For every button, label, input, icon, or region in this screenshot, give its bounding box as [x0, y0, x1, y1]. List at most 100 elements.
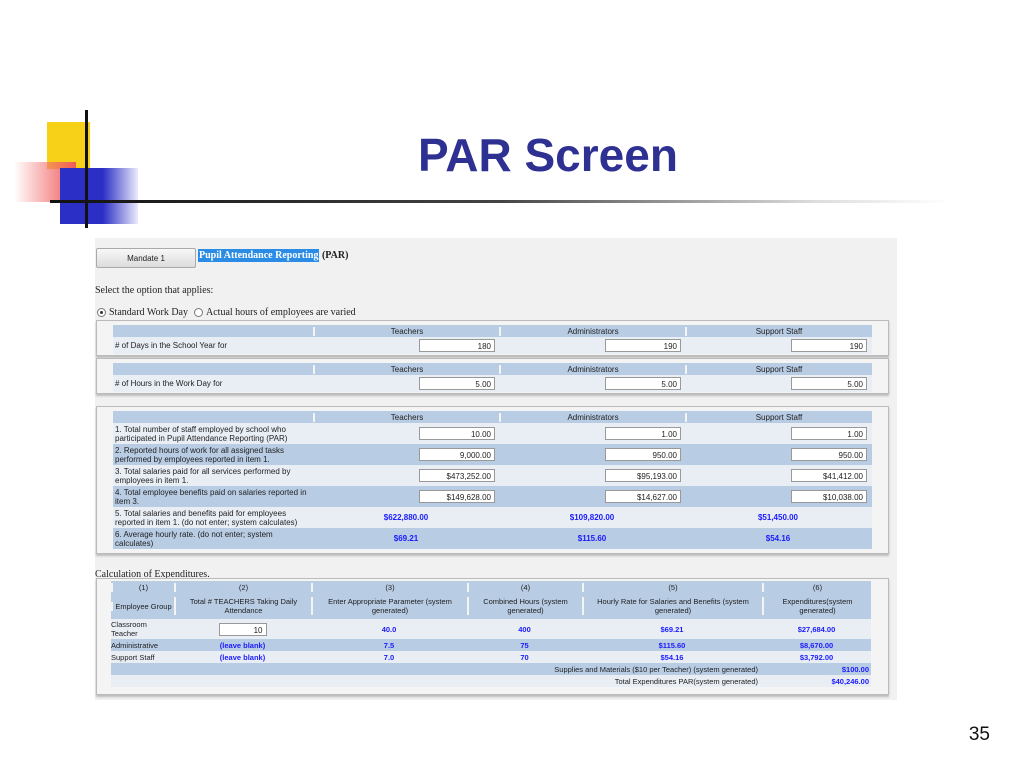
- logo-blue-square: [60, 168, 138, 224]
- page-number: 35: [968, 724, 990, 745]
- header-combined-hours: Combined Hours (system generated): [467, 597, 582, 615]
- days-support-input[interactable]: 190: [791, 339, 867, 352]
- total-value: $40,246.00: [831, 676, 869, 686]
- slide-title: PAR Screen: [418, 129, 678, 181]
- group-label: Classroom Teacher: [111, 620, 147, 638]
- teachers-count-input[interactable]: 10: [218, 622, 267, 636]
- header-hourly-rate: Hourly Rate for Salaries and Benefits (s…: [582, 597, 762, 615]
- hours-label: # of Hours in the Work Day for: [115, 379, 223, 388]
- hours-teachers-input[interactable]: 5.00: [419, 377, 495, 390]
- hours-work-teachers-input[interactable]: 9,000.00: [419, 448, 495, 461]
- days-label: # of Days in the School Year for: [115, 341, 228, 350]
- group-label: Administrative: [111, 640, 159, 650]
- hours-work-support-input[interactable]: 950.00: [791, 448, 867, 461]
- group-label: Support Staff: [111, 652, 155, 662]
- table-row: Support Staff (leave blank) 7.0 70 $54.1…: [111, 651, 871, 663]
- row-label: 3. Total salaries paid for all services …: [115, 466, 291, 485]
- table-row: 5. Total salaries and benefits paid for …: [113, 507, 872, 528]
- col-number: (6): [762, 582, 871, 592]
- col-number: (5): [582, 582, 762, 592]
- table-row: Classroom Teacher 10 40.0 400 $69.21 $27…: [111, 619, 871, 639]
- col-number: (1): [111, 582, 174, 592]
- radio-standard-work-day[interactable]: [97, 308, 106, 317]
- salaries-teachers-input[interactable]: $473,252.00: [419, 469, 495, 482]
- header-employee-group: Employee Group: [111, 601, 174, 611]
- header-parameter: Enter Appropriate Parameter (system gene…: [311, 597, 467, 615]
- days-admin-input[interactable]: 190: [605, 339, 681, 352]
- table-row: 3. Total salaries paid for all services …: [113, 465, 872, 486]
- radio-actual-hours[interactable]: [194, 308, 203, 317]
- rate-teachers-value: $69.21: [393, 534, 419, 543]
- table-row: 1. Total number of staff employed by sch…: [113, 423, 872, 444]
- param-value: 7.5: [383, 640, 395, 650]
- supplies-value: $100.00: [841, 664, 869, 674]
- hours-value: 70: [520, 652, 529, 662]
- total-label: Total Expenditures PAR(system generated): [614, 676, 758, 686]
- supplies-label: Supplies and Materials ($10 per Teacher)…: [554, 664, 758, 674]
- page-title-suffix: (PAR): [321, 250, 349, 261]
- count-value: (leave blank): [219, 640, 266, 650]
- table-row: 2. Reported hours of work for all assign…: [113, 444, 872, 465]
- expenditure-value: $8,670.00: [799, 640, 834, 650]
- hours-value: 75: [520, 640, 529, 650]
- rate-value: $115.60: [658, 640, 686, 650]
- select-prompt: Select the option that applies:: [95, 285, 214, 296]
- col-numbers-row: (1) (2) (3) (4) (5) (6): [111, 581, 871, 593]
- col-number: (3): [311, 582, 467, 592]
- col-support-staff: Support Staff: [685, 326, 871, 336]
- hours-value: 400: [518, 624, 531, 634]
- rate-value: $69.21: [660, 624, 684, 634]
- benefits-teachers-input[interactable]: $149,628.00: [419, 490, 495, 503]
- salaries-admin-input[interactable]: $95,193.00: [605, 469, 681, 482]
- col-number: (4): [467, 582, 582, 592]
- param-value: 7.0: [383, 652, 395, 662]
- expenditure-value: $3,792.00: [799, 652, 834, 662]
- rate-value: $54.16: [660, 652, 684, 662]
- rate-support-value: $54.16: [765, 534, 791, 543]
- radio-label-actual: Actual hours of employees are varied: [206, 307, 356, 318]
- radio-label-standard: Standard Work Day: [109, 307, 188, 318]
- title-underline: [50, 200, 950, 203]
- total-row: Total Expenditures PAR(system generated)…: [111, 675, 871, 687]
- table-row: 6. Average hourly rate. (do not enter; s…: [113, 528, 872, 549]
- row-label: 5. Total salaries and benefits paid for …: [115, 508, 298, 527]
- row-label: 2. Reported hours of work for all assign…: [115, 445, 284, 464]
- days-header: Teachers Administrators Support Staff: [113, 325, 872, 337]
- col-number: (2): [174, 582, 311, 592]
- row-label: 1. Total number of staff employed by sch…: [115, 424, 288, 443]
- expenditure-value: $27,684.00: [797, 624, 836, 634]
- mandate-button[interactable]: Mandate 1: [96, 248, 196, 268]
- page-title: Pupil Attendance Reporting (PAR): [198, 249, 349, 262]
- benefits-support-input[interactable]: $10,038.00: [791, 490, 867, 503]
- hours-support-input[interactable]: 5.00: [791, 377, 867, 390]
- hours-admin-input[interactable]: 5.00: [605, 377, 681, 390]
- col-teachers: Teachers: [313, 412, 499, 422]
- staff-teachers-input[interactable]: 10.00: [419, 427, 495, 440]
- col-support-staff: Support Staff: [685, 364, 871, 374]
- work-day-options: Standard Work Day Actual hours of employ…: [97, 307, 356, 318]
- col-teachers: Teachers: [313, 326, 499, 336]
- staff-panel: Teachers Administrators Support Staff 1.…: [96, 406, 889, 554]
- logo-vertical-line: [85, 110, 88, 228]
- header-expenditures: Expenditures(system generated): [762, 597, 871, 615]
- col-administrators: Administrators: [499, 412, 685, 422]
- par-screenshot: Mandate 1 Pupil Attendance Reporting (PA…: [95, 238, 897, 700]
- exp-header-row: Employee Group Total # TEACHERS Taking D…: [111, 593, 871, 619]
- row-label: 6. Average hourly rate. (do not enter; s…: [115, 529, 273, 548]
- table-row: Administrative (leave blank) 7.5 75 $115…: [111, 639, 871, 651]
- col-administrators: Administrators: [499, 364, 685, 374]
- rate-admin-value: $115.60: [577, 534, 607, 543]
- staff-admin-input[interactable]: 1.00: [605, 427, 681, 440]
- expenditures-table: (1) (2) (3) (4) (5) (6) Employee Group T…: [111, 581, 871, 687]
- days-teachers-input[interactable]: 180: [419, 339, 495, 352]
- header-teachers-count: Total # TEACHERS Taking Daily Attendance: [174, 597, 311, 615]
- benefits-admin-input[interactable]: $14,627.00: [605, 490, 681, 503]
- hours-panel: Teachers Administrators Support Staff # …: [96, 358, 889, 394]
- total-support-value: $51,450.00: [757, 513, 799, 522]
- salaries-support-input[interactable]: $41,412.00: [791, 469, 867, 482]
- supplies-row: Supplies and Materials ($10 per Teacher)…: [111, 663, 871, 675]
- hours-work-admin-input[interactable]: 950.00: [605, 448, 681, 461]
- row-label: 4. Total employee benefits paid on salar…: [115, 487, 307, 506]
- staff-support-input[interactable]: 1.00: [791, 427, 867, 440]
- total-admin-value: $109,820.00: [569, 513, 615, 522]
